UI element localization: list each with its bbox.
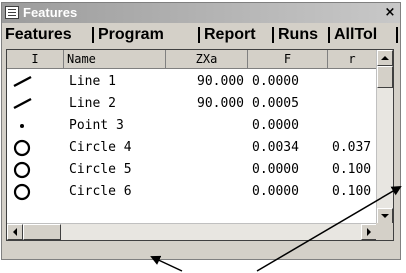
window-app-icon — [5, 6, 19, 19]
arrow-up-icon — [381, 56, 389, 60]
features-window: Features × Features Program Report Runs … — [1, 2, 401, 260]
feature-f: 0.0000 — [252, 184, 299, 199]
table-row[interactable]: Line 1 90.000 0.0000 — [7, 71, 377, 92]
feature-zxa: 90.000 — [197, 96, 244, 111]
scroll-up-button[interactable] — [377, 50, 393, 66]
column-header-f[interactable]: F — [248, 50, 328, 69]
feature-zxa — [166, 181, 244, 202]
arrow-down-icon — [381, 214, 389, 218]
feature-r: 0.100 — [332, 184, 372, 199]
table-row[interactable]: Point 3 0.0000 — [7, 115, 377, 136]
tab-program[interactable]: Program — [98, 24, 164, 46]
column-header-i[interactable]: I — [7, 50, 64, 69]
tab-separator — [198, 27, 200, 43]
tab-separator — [396, 27, 398, 43]
line-icon — [13, 75, 32, 88]
tab-runs[interactable]: Runs — [278, 24, 318, 46]
feature-name: Circle 6 — [69, 184, 132, 199]
feature-r: 0.037 — [332, 140, 372, 155]
window-title: Features — [23, 5, 78, 20]
column-header-name[interactable]: Name — [64, 50, 166, 69]
feature-f: 0.0034 — [252, 140, 299, 155]
close-icon[interactable]: × — [382, 5, 398, 20]
feature-name: Point 3 — [69, 118, 124, 133]
feature-f: 0.0000 — [252, 162, 299, 177]
feature-f: 0.0000 — [252, 118, 299, 133]
tab-separator — [272, 27, 274, 43]
circle-icon — [13, 161, 31, 179]
feature-zxa — [166, 159, 244, 180]
features-table: I Name ZXa F r Line 1 90.000 0.0000 Line… — [6, 49, 394, 241]
scroll-down-button[interactable] — [377, 208, 393, 224]
horizontal-scroll-thumb[interactable] — [23, 224, 61, 240]
arrow-right-icon — [367, 228, 371, 236]
feature-zxa: 90.000 — [197, 74, 244, 89]
tab-bar: Features Program Report Runs AllTol — [2, 23, 400, 47]
feature-zxa — [166, 115, 244, 136]
scrollbar-corner — [376, 223, 393, 240]
vertical-scroll-thumb[interactable] — [377, 66, 393, 88]
feature-name: Circle 5 — [69, 162, 132, 177]
feature-r — [332, 71, 377, 92]
table-row[interactable]: Circle 4 0.0034 0.037 — [7, 137, 377, 158]
point-icon — [20, 124, 24, 128]
feature-name: Circle 4 — [69, 140, 132, 155]
arrow-left-icon — [13, 228, 17, 236]
table-row[interactable]: Circle 5 0.0000 0.100 — [7, 159, 377, 180]
feature-zxa — [166, 137, 244, 158]
feature-name: Line 2 — [69, 96, 116, 111]
tab-report[interactable]: Report — [204, 24, 256, 46]
tab-separator — [92, 27, 94, 43]
vertical-scrollbar[interactable] — [376, 50, 393, 224]
feature-f: 0.0005 — [252, 96, 299, 111]
table-row[interactable]: Circle 6 0.0000 0.100 — [7, 181, 377, 202]
feature-f: 0.0000 — [252, 74, 299, 89]
circle-icon — [13, 183, 31, 201]
tab-features[interactable]: Features — [5, 24, 72, 46]
column-header-zxa[interactable]: ZXa — [166, 50, 248, 69]
line-icon — [13, 97, 32, 110]
feature-r — [332, 93, 377, 114]
column-header-r[interactable]: r — [328, 50, 377, 69]
tab-separator — [328, 27, 330, 43]
circle-icon — [13, 139, 31, 157]
feature-r: 0.100 — [332, 162, 372, 177]
scroll-right-button[interactable] — [361, 224, 377, 240]
title-bar[interactable]: Features × — [2, 3, 400, 23]
feature-name: Line 1 — [69, 74, 116, 89]
scroll-left-button[interactable] — [7, 224, 23, 240]
feature-r — [332, 115, 377, 136]
table-row[interactable]: Line 2 90.000 0.0005 — [7, 93, 377, 114]
tab-alltol[interactable]: AllTol — [334, 24, 377, 46]
horizontal-scrollbar[interactable] — [7, 223, 377, 240]
